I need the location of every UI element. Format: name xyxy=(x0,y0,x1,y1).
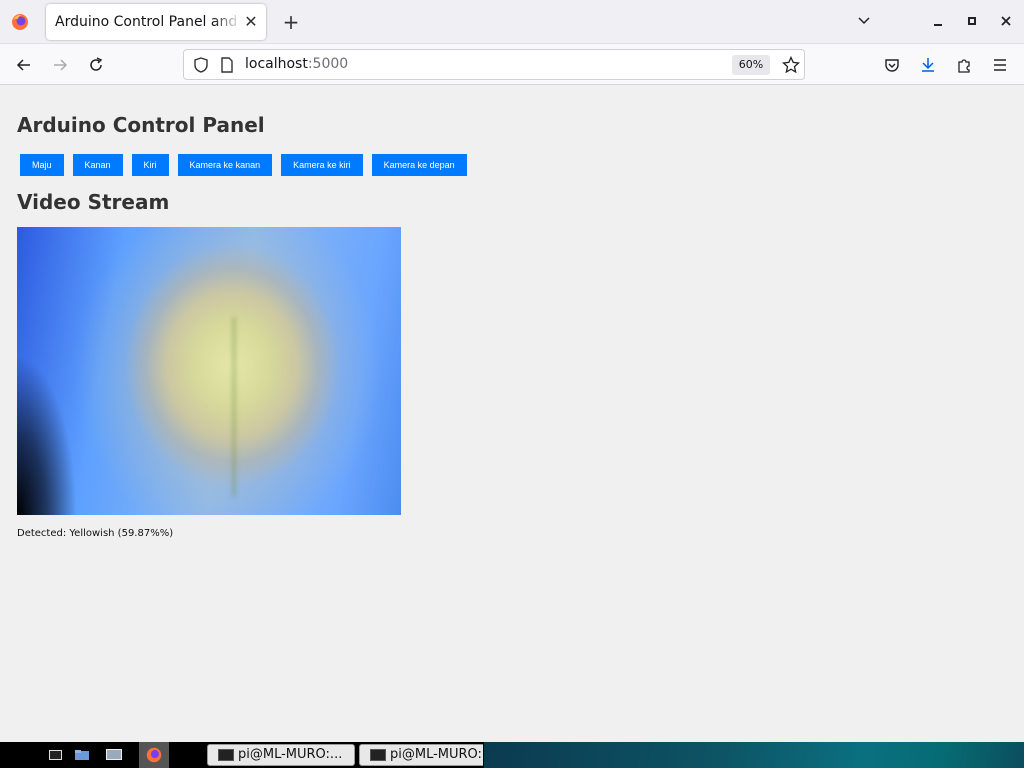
list-tabs-icon[interactable] xyxy=(854,12,874,32)
maximize-icon[interactable] xyxy=(962,12,982,32)
page-content: Arduino Control Panel Maju Kanan Kiri Ka… xyxy=(0,86,1024,742)
task-label: pi@ML-MURO:... xyxy=(238,747,343,762)
minimize-icon[interactable] xyxy=(928,12,948,32)
control-button-row: Maju Kanan Kiri Kamera ke kanan Kamera k… xyxy=(20,154,467,176)
firefox-icon[interactable] xyxy=(10,12,30,32)
camera-left-button[interactable]: Kamera ke kiri xyxy=(281,154,363,176)
taskbar: pi@ML-MURO:... pi@ML-MURO: xyxy=(0,742,1024,768)
page-info-icon[interactable] xyxy=(216,54,238,76)
tab-bar: Arduino Control Panel and Video Stream ✕… xyxy=(0,0,1024,44)
firefox-taskbar-button[interactable] xyxy=(139,742,169,768)
forward-button[interactable]: Maju xyxy=(20,154,64,176)
reload-icon[interactable] xyxy=(85,54,107,76)
navigation-bar: localhost:5000 60% xyxy=(0,44,1024,85)
bookmark-star-icon[interactable] xyxy=(780,54,802,76)
leaf-vein xyxy=(232,317,236,497)
extensions-icon[interactable] xyxy=(953,54,975,76)
url-text[interactable]: localhost:5000 xyxy=(245,56,348,72)
video-shadow xyxy=(17,355,77,515)
detection-result: Detected: Yellowish (59.87%%) xyxy=(17,528,174,539)
desktop-wallpaper xyxy=(484,742,1024,768)
close-tab-icon[interactable]: ✕ xyxy=(242,13,260,31)
terminal-icon xyxy=(218,749,234,761)
page-title: Arduino Control Panel xyxy=(17,113,265,137)
taskbar-task-terminal-1[interactable]: pi@ML-MURO:... xyxy=(207,744,355,766)
taskbar-task-terminal-2[interactable]: pi@ML-MURO: xyxy=(359,744,483,766)
task-label: pi@ML-MURO: xyxy=(390,747,482,762)
video-stream xyxy=(17,227,401,515)
menu-icon[interactable] xyxy=(989,54,1011,76)
url-host: localhost xyxy=(245,56,308,72)
tab-title: Arduino Control Panel and Video Stream xyxy=(55,14,241,30)
right-button[interactable]: Kanan xyxy=(72,154,123,176)
new-tab-icon[interactable]: + xyxy=(280,11,302,33)
tracking-protection-icon[interactable] xyxy=(190,54,212,76)
left-button[interactable]: Kiri xyxy=(131,154,169,176)
desktop-icon[interactable] xyxy=(105,746,123,764)
camera-right-button[interactable]: Kamera ke kanan xyxy=(177,154,273,176)
url-bar[interactable]: localhost:5000 60% xyxy=(183,49,805,80)
file-manager-icon[interactable] xyxy=(73,746,91,764)
terminal-launcher-icon[interactable] xyxy=(47,746,65,764)
close-window-icon[interactable] xyxy=(996,12,1016,32)
pocket-icon[interactable] xyxy=(881,54,903,76)
terminal-icon xyxy=(370,749,386,761)
camera-front-button[interactable]: Kamera ke depan xyxy=(371,154,467,176)
zoom-level[interactable]: 60% xyxy=(732,55,770,75)
firefox-taskbar-icon xyxy=(146,747,162,763)
downloads-icon[interactable] xyxy=(917,54,939,76)
video-stream-heading: Video Stream xyxy=(17,190,170,214)
active-tab[interactable]: Arduino Control Panel and Video Stream ✕ xyxy=(46,4,266,40)
url-port: :5000 xyxy=(307,56,349,72)
forward-icon[interactable] xyxy=(49,54,71,76)
back-icon[interactable] xyxy=(13,54,35,76)
